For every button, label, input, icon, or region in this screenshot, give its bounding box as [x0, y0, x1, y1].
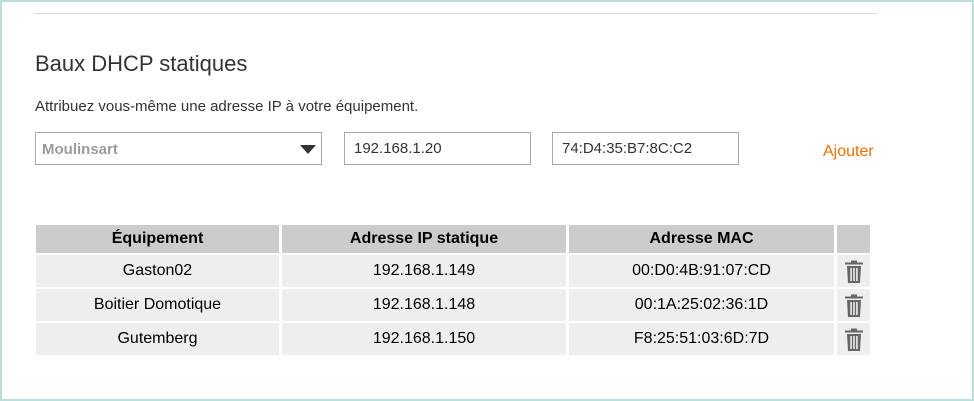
column-header-device: Équipement	[36, 225, 279, 253]
device-select[interactable]: Moulinsart	[35, 132, 322, 165]
delete-button[interactable]	[837, 255, 870, 287]
mac-address-cell: 00:1A:25:02:36:1D	[569, 289, 834, 321]
dhcp-panel: Baux DHCP statiques Attribuez vous-même …	[0, 0, 974, 401]
mac-address-cell: 00:D0:4B:91:07:CD	[569, 255, 834, 287]
table-row: Gaston02 192.168.1.149 00:D0:4B:91:07:CD	[36, 255, 870, 287]
mac-address-cell: F8:25:51:03:6D:7D	[569, 323, 834, 355]
trash-icon	[845, 294, 863, 317]
delete-button[interactable]	[837, 289, 870, 321]
ip-address-cell: 192.168.1.150	[282, 323, 566, 355]
ip-address-cell: 192.168.1.149	[282, 255, 566, 287]
device-name-cell: Gutemberg	[36, 323, 279, 355]
add-button[interactable]: Ajouter	[823, 143, 874, 161]
section-title: Baux DHCP statiques	[35, 51, 248, 76]
ip-address-cell: 192.168.1.148	[282, 289, 566, 321]
section-divider	[34, 13, 877, 14]
table-row: Gutemberg 192.168.1.150 F8:25:51:03:6D:7…	[36, 323, 870, 355]
device-name-cell: Boitier Domotique	[36, 289, 279, 321]
table-header-row: Équipement Adresse IP statique Adresse M…	[36, 225, 870, 257]
column-header-mac: Adresse MAC	[569, 225, 834, 253]
mac-address-input[interactable]	[552, 132, 739, 165]
trash-icon	[845, 328, 863, 351]
column-header-actions	[837, 225, 870, 253]
ip-address-input[interactable]	[344, 132, 531, 165]
delete-button[interactable]	[837, 323, 870, 355]
chevron-down-icon	[300, 145, 316, 154]
table-row: Boitier Domotique 192.168.1.148 00:1A:25…	[36, 289, 870, 321]
device-name-cell: Gaston02	[36, 255, 279, 287]
trash-icon	[845, 260, 863, 283]
column-header-ip: Adresse IP statique	[282, 225, 566, 253]
section-description: Attribuez vous-même une adresse IP à vot…	[35, 98, 419, 115]
device-select-value: Moulinsart	[42, 141, 118, 158]
